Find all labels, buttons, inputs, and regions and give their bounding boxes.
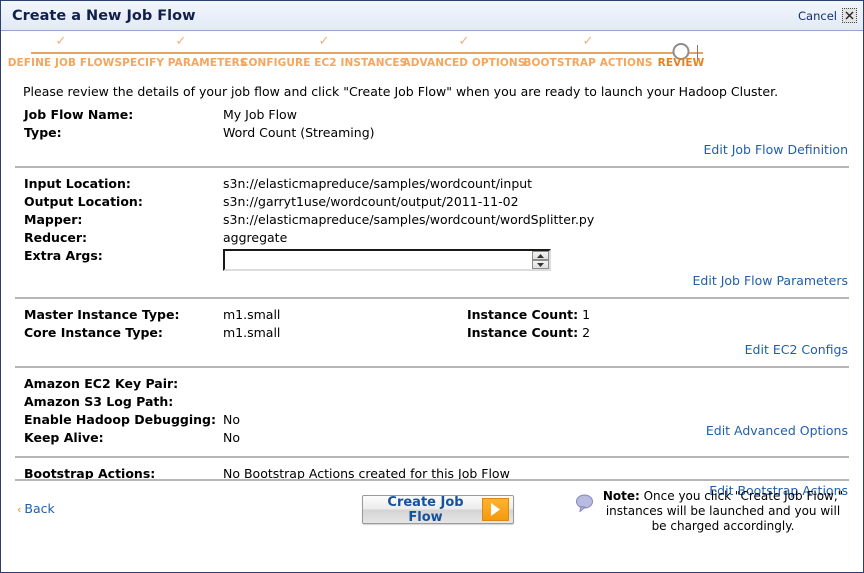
row-label: Job Flow Name:: [24, 107, 134, 122]
row-label: Enable Hadoop Debugging:: [24, 412, 216, 427]
dialog-titlebar: Create a New Job Flow Cancel: [1, 1, 863, 31]
arrow-right-icon: [482, 498, 509, 521]
row-label: Master Instance Type:: [24, 307, 180, 322]
row-ec2-key-pair: Amazon EC2 Key Pair:: [15, 375, 849, 393]
speech-bubble-icon: [575, 489, 599, 515]
row-value: s3n://elasticmapreduce/samples/wordcount…: [223, 176, 533, 191]
check-icon: ✓: [318, 34, 330, 49]
instance-count-value: 2: [582, 325, 591, 340]
row-extra-args: Extra Args:: [15, 247, 849, 271]
intro-text: Please review the details of your job fl…: [23, 84, 779, 99]
row-label: Input Location:: [24, 176, 131, 191]
close-glyph: [845, 11, 854, 20]
row-value: No: [223, 430, 240, 445]
row-master-instance-type: Master Instance Type: m1.small Instance …: [15, 306, 849, 324]
row-label: Amazon EC2 Key Pair:: [24, 376, 179, 391]
row-output-location: Output Location: s3n://garryt1use/wordco…: [15, 193, 849, 211]
row-s3-log-path: Amazon S3 Log Path:: [15, 393, 849, 411]
section-ec2-configs: Master Instance Type: m1.small Instance …: [15, 299, 849, 359]
instance-count-value: 1: [582, 307, 591, 322]
extra-args-spinner[interactable]: [532, 251, 549, 269]
row-job-flow-name: Job Flow Name: My Job Flow: [15, 106, 849, 124]
step-label: REVIEW: [657, 57, 705, 69]
row-value: Word Count (Streaming): [223, 125, 375, 140]
step-label: DEFINE JOB FLOW: [7, 57, 115, 69]
row-label: Core Instance Type:: [24, 325, 163, 340]
note-block: Note: Once you click "Create Job Flow," …: [575, 489, 847, 534]
speech-bubble-glyph: [576, 494, 593, 513]
chevron-left-icon: ‹: [17, 503, 22, 516]
row-core-instance-type: Core Instance Type: m1.small Instance Co…: [15, 324, 849, 342]
spinner-up-icon[interactable]: [532, 251, 549, 260]
create-job-flow-label: Create Job Flow: [387, 494, 464, 525]
caret-down-glyph: [537, 262, 544, 267]
progress-steps: ✓ DEFINE JOB FLOW ✓ SPECIFY PARAMETERS ✓…: [1, 31, 863, 83]
back-link[interactable]: ‹ Back: [17, 501, 55, 516]
row-label: Extra Args:: [24, 248, 103, 263]
row-mapper: Mapper: s3n://elasticmapreduce/samples/w…: [15, 211, 849, 229]
row-label: Mapper:: [24, 212, 83, 227]
row-value: No: [223, 412, 240, 427]
row-label: Reducer:: [24, 230, 88, 245]
row-value: aggregate: [223, 230, 288, 245]
titlebar-actions: Cancel: [798, 8, 857, 23]
section-advanced-options: Amazon EC2 Key Pair: Amazon S3 Log Path:…: [15, 368, 849, 449]
check-icon: ✓: [582, 34, 594, 49]
instance-count-label: Instance Count:: [467, 325, 579, 340]
spinner-down-icon[interactable]: [532, 260, 549, 269]
create-job-flow-button[interactable]: Create Job Flow: [362, 494, 514, 525]
row-value: s3n://garryt1use/wordcount/output/2011-1…: [223, 194, 519, 209]
progress-line: [31, 52, 703, 54]
extra-args-input[interactable]: [225, 251, 521, 269]
row-label: Keep Alive:: [24, 430, 104, 445]
extra-args-field[interactable]: [223, 249, 551, 271]
row-input-location: Input Location: s3n://elasticmapreduce/s…: [15, 175, 849, 193]
edit-ec2-configs-link[interactable]: Edit EC2 Configs: [15, 342, 849, 357]
dialog-footer: ‹ Back Create Job Flow Note: Once you cli…: [15, 479, 849, 572]
step-label: SPECIFY PARAMETERS: [114, 57, 248, 69]
section-job-flow-definition: Job Flow Name: My Job Flow Type: Word Co…: [15, 99, 849, 159]
step-label: CONFIGURE EC2 INSTANCES: [240, 57, 408, 69]
cancel-link[interactable]: Cancel: [798, 9, 837, 23]
review-body: Job Flow Name: My Job Flow Type: Word Co…: [1, 99, 863, 500]
row-label: Amazon S3 Log Path:: [24, 394, 174, 409]
row-value: s3n://elasticmapreduce/samples/wordcount…: [223, 212, 595, 227]
arrow-right-glyph: [491, 503, 500, 516]
back-label: Back: [24, 501, 55, 516]
row-label: Output Location:: [24, 194, 143, 209]
row-value: m1.small: [223, 307, 281, 322]
caret-up-glyph: [537, 253, 544, 258]
note-text: Note: Once you click "Create Job Flow," …: [599, 489, 847, 534]
create-job-flow-dialog: Create a New Job Flow Cancel ✓ DEFINE JO…: [0, 0, 864, 573]
edit-job-flow-definition-link[interactable]: Edit Job Flow Definition: [15, 142, 849, 157]
step-label: ADVANCED OPTIONS: [402, 57, 526, 69]
check-icon: ✓: [55, 34, 67, 49]
close-icon[interactable]: [842, 8, 857, 23]
row-label: Type:: [24, 125, 62, 140]
instance-count-label: Instance Count:: [467, 307, 579, 322]
check-icon: ✓: [458, 34, 470, 49]
section-job-flow-parameters: Input Location: s3n://elasticmapreduce/s…: [15, 168, 849, 290]
row-value: My Job Flow: [223, 107, 297, 122]
dialog-title: Create a New Job Flow: [12, 7, 196, 24]
check-icon: ✓: [175, 34, 187, 49]
row-type: Type: Word Count (Streaming): [15, 124, 849, 142]
note-label: Note:: [602, 489, 640, 503]
row-reducer: Reducer: aggregate: [15, 229, 849, 247]
note-body: Once you click "Create Job Flow," instan…: [605, 489, 844, 533]
edit-job-flow-parameters-link[interactable]: Edit Job Flow Parameters: [15, 273, 849, 288]
edit-advanced-options-link[interactable]: Edit Advanced Options: [706, 422, 848, 440]
row-value: m1.small: [223, 325, 281, 340]
row-keep-alive: Keep Alive: No Edit Advanced Options: [15, 423, 849, 447]
step-label: BOOTSTRAP ACTIONS: [523, 57, 653, 69]
